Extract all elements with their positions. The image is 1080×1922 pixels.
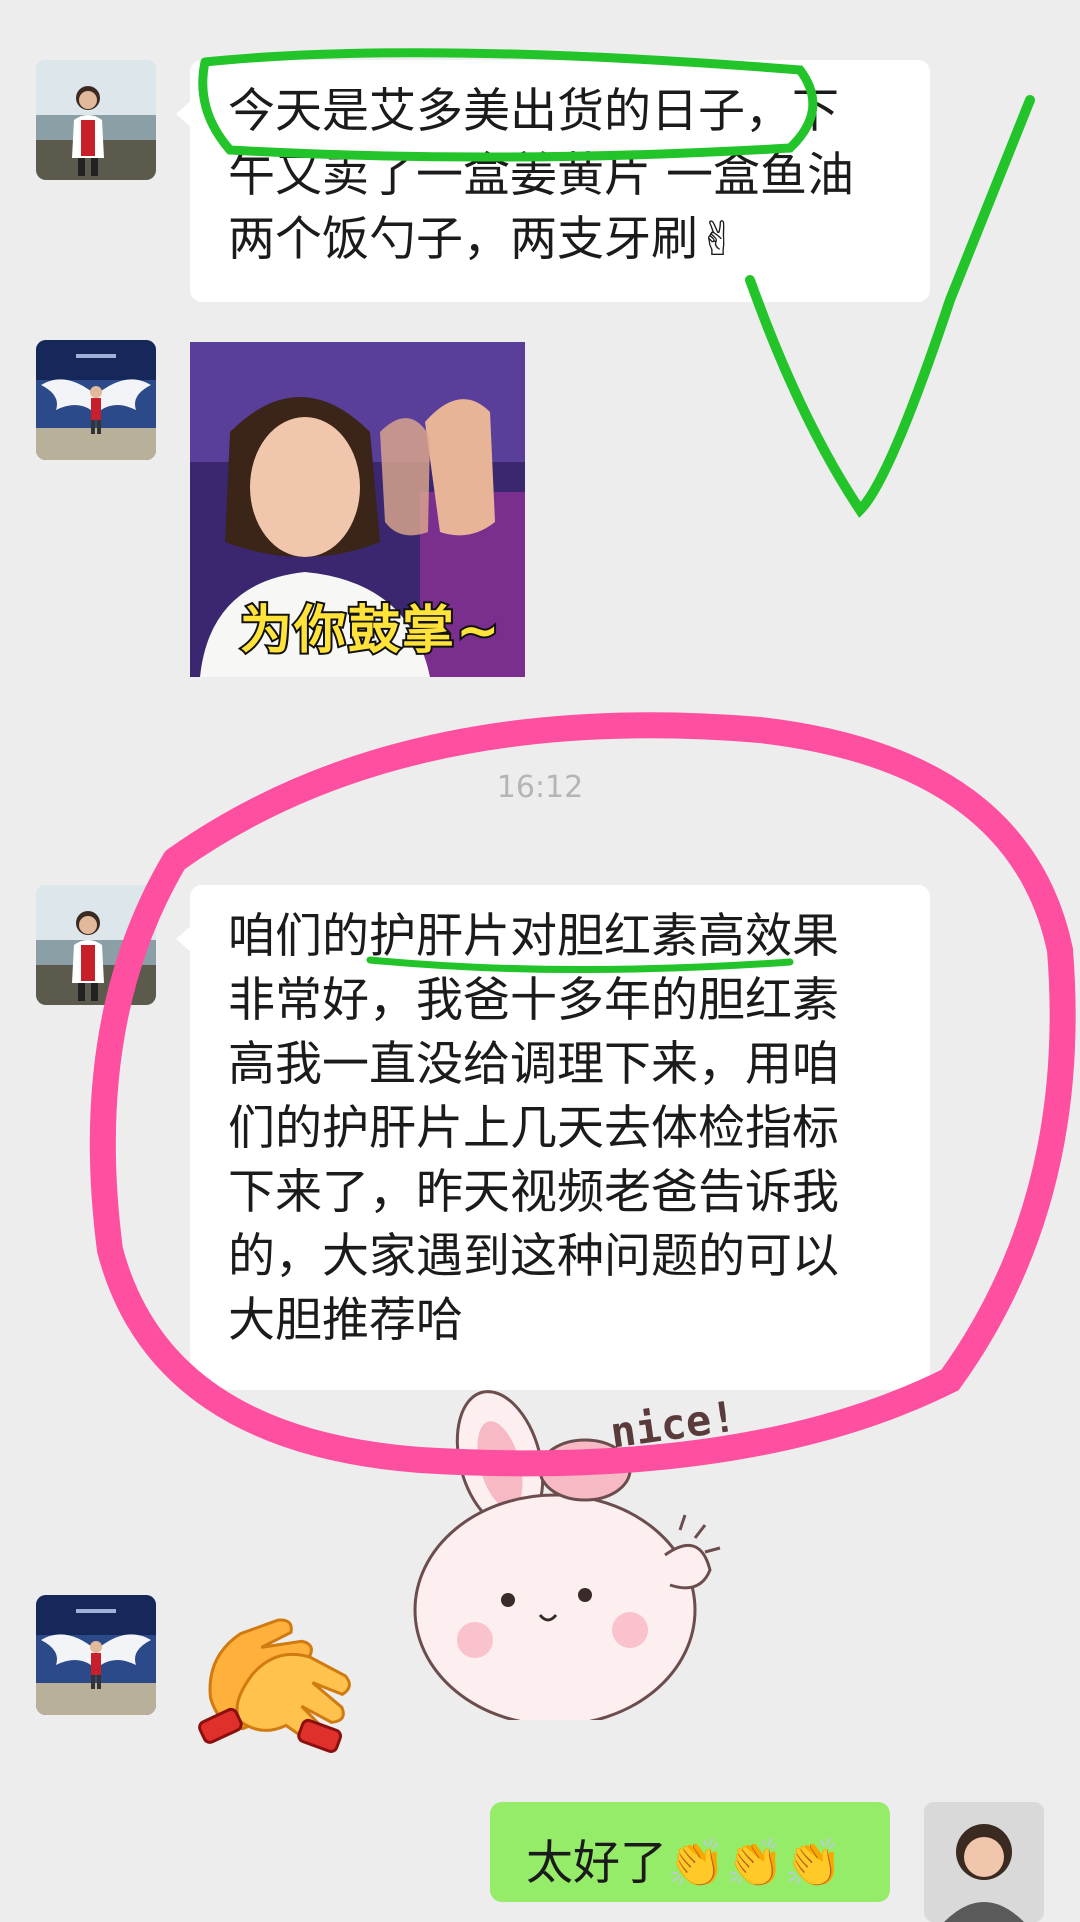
avatar-photo-wings: [36, 1595, 156, 1715]
avatar-photo-beach: [36, 885, 156, 1005]
message-text-line: 咱们的护肝片对胆红素高效果: [228, 909, 839, 964]
message-text-line: 今天是艾多美出货的日子，下: [228, 84, 839, 139]
avatar-photo-beach: [36, 60, 156, 180]
message-text-line: 非常好，我爸十多年的胆红素: [228, 973, 839, 1028]
avatar[interactable]: [36, 60, 156, 180]
message-text-line: 高我一直没给调理下来，用咱: [228, 1037, 839, 1092]
message-text-line: 的，大家遇到这种问题的可以: [228, 1229, 839, 1284]
avatar[interactable]: [36, 1595, 156, 1715]
message-text-line: 大胆推荐哈: [228, 1293, 463, 1348]
self-avatar-photo: [924, 1802, 1044, 1922]
clapping-sticker-image[interactable]: 为你鼓掌~: [190, 342, 525, 677]
avatar-photo-wings: [36, 340, 156, 460]
message-text-line: 午又卖了一盒姜黄片 一盒鱼油: [228, 148, 854, 203]
sticker-caption: 为你鼓掌~: [238, 599, 502, 663]
message-bubble-2[interactable]: 咱们的护肝片对胆红素高效果 非常好，我爸十多年的胆红素 高我一直没给调理下来，用…: [176, 885, 930, 1390]
message-text-line: 两个饭勺子，两支牙刷✌: [228, 212, 738, 267]
clapping-hands-icon: [198, 1618, 351, 1753]
message-text-line: 们的护肝片上几天去体检指标: [228, 1101, 839, 1156]
clapping-hands-emoji[interactable]: [190, 1605, 360, 1765]
outgoing-message-bubble[interactable]: 太好了👏👏👏: [490, 1802, 890, 1902]
outgoing-message-text: 太好了👏👏👏: [526, 1836, 843, 1891]
avatar[interactable]: [36, 340, 156, 460]
avatar[interactable]: [36, 885, 156, 1005]
message-bubble-1[interactable]: 今天是艾多美出货的日子，下 午又卖了一盒姜黄片 一盒鱼油 两个饭勺子，两支牙刷✌: [176, 60, 930, 302]
timestamp: 16:12: [496, 770, 584, 805]
message-text-line: 下来了，昨天视频老爸告诉我: [228, 1165, 839, 1220]
self-avatar[interactable]: [924, 1802, 1044, 1922]
